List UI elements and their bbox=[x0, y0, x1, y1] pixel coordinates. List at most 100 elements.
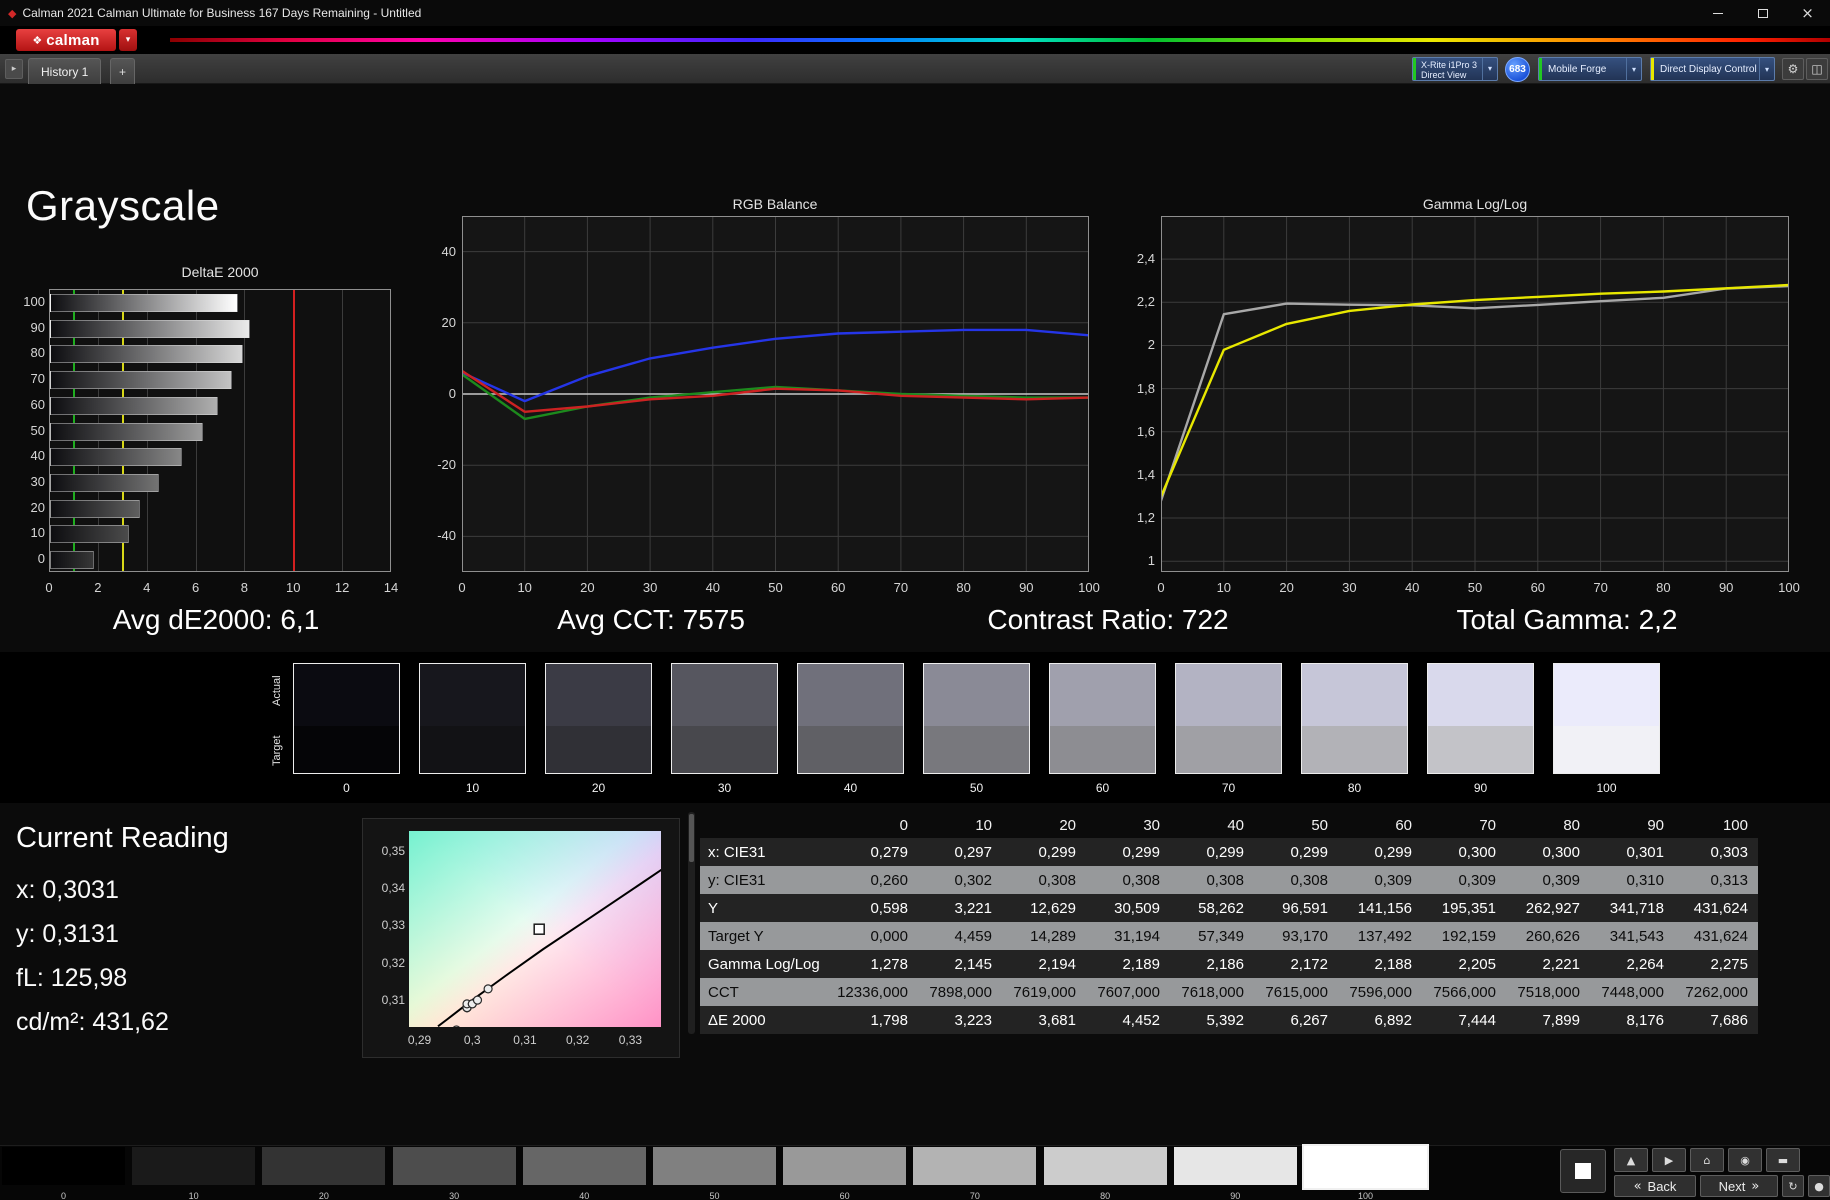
pattern-patch-50[interactable] bbox=[653, 1147, 776, 1185]
panel-toggle-button[interactable]: ▸ bbox=[5, 59, 23, 79]
swatch-level-label: 0 bbox=[343, 781, 350, 795]
table-cell: 0,309 bbox=[1542, 871, 1580, 889]
table-cell: 260,626 bbox=[1525, 927, 1580, 945]
x-axis-tick: 6 bbox=[191, 580, 200, 595]
swatch-20 bbox=[545, 663, 652, 774]
pattern-bar-button[interactable]: ▬ bbox=[1766, 1148, 1800, 1172]
swatch-level-label: 60 bbox=[1095, 781, 1110, 795]
next-button[interactable]: Next » bbox=[1700, 1175, 1778, 1197]
swatch-level-label: 100 bbox=[1596, 781, 1617, 795]
table-cell: 0,299 bbox=[1374, 843, 1412, 861]
pattern-window-button[interactable] bbox=[1560, 1149, 1606, 1193]
x-axis-tick: 30 bbox=[642, 580, 658, 595]
pattern-patch-10[interactable] bbox=[132, 1147, 256, 1185]
pattern-patch-70[interactable] bbox=[913, 1147, 1037, 1185]
pattern-level-label: 90 bbox=[1230, 1191, 1241, 1200]
calman-menu-arrow-button[interactable]: ▾ bbox=[119, 29, 137, 51]
pattern-patch-100[interactable] bbox=[1302, 1144, 1429, 1190]
layout-button[interactable]: ◫ bbox=[1806, 58, 1828, 80]
up-button[interactable]: ▲ bbox=[1614, 1148, 1648, 1172]
target-button[interactable]: ◉ bbox=[1728, 1148, 1762, 1172]
table-cell: 0,300 bbox=[1458, 843, 1496, 861]
table-row: CCT 12336,000 7898,000 7619,000 7607,000 7618… bbox=[700, 978, 1758, 1006]
pattern-patch-80[interactable] bbox=[1043, 1147, 1167, 1185]
settings-gear-button[interactable]: ⚙ bbox=[1782, 58, 1804, 80]
x-axis-tick: 0 bbox=[45, 580, 53, 595]
column-header: 0 bbox=[899, 816, 908, 834]
deltae-chart-title: DeltaE 2000 bbox=[181, 264, 259, 280]
scrollbar-thumb[interactable] bbox=[689, 814, 694, 862]
x-axis-tick: 0 bbox=[458, 580, 466, 595]
pattern-square-icon bbox=[1575, 1163, 1591, 1179]
table-cell: 0,598 bbox=[870, 899, 908, 917]
pattern-patch-40[interactable] bbox=[522, 1147, 646, 1185]
minimize-button[interactable] bbox=[1695, 0, 1740, 26]
refresh-button[interactable]: ↻ bbox=[1782, 1175, 1804, 1197]
table-row: Y 0,598 3,221 12,629 30,509 58,262 96,591 141,1… bbox=[700, 894, 1758, 922]
swatch-actual bbox=[546, 664, 651, 727]
table-cell: 0,309 bbox=[1458, 871, 1496, 889]
pattern-patch-30[interactable] bbox=[392, 1147, 516, 1185]
add-tab-button[interactable]: + bbox=[110, 58, 136, 84]
table-cell: 0,310 bbox=[1626, 871, 1664, 889]
x-axis-tick: 80 bbox=[1656, 580, 1671, 595]
column-header: 40 bbox=[1227, 816, 1244, 834]
back-button[interactable]: « Back bbox=[1614, 1175, 1696, 1197]
close-button[interactable]: × bbox=[1785, 0, 1830, 26]
maximize-button[interactable] bbox=[1740, 0, 1785, 26]
table-row: x: CIE31 0,279 0,297 0,299 0,299 0,299 0,299 0,… bbox=[700, 838, 1758, 866]
swatch-80 bbox=[1301, 663, 1408, 774]
record-button[interactable]: ● bbox=[1808, 1175, 1830, 1197]
source-dropdown[interactable]: Mobile Forge ▾ bbox=[1538, 57, 1642, 81]
table-cell: 14,289 bbox=[1030, 927, 1076, 945]
play-button[interactable]: ▶ bbox=[1652, 1148, 1686, 1172]
measurement-table: 0 10 20 30 40 50 60 70 80 90 100 x: CIE31 0,279 0,297… bbox=[700, 812, 1758, 1034]
y-axis-tick: 1,2 bbox=[1136, 510, 1155, 526]
display-dropdown[interactable]: Direct Display Control ▾ bbox=[1650, 57, 1775, 81]
table-cell: 0,302 bbox=[954, 871, 992, 889]
pattern-patch-90[interactable] bbox=[1173, 1147, 1297, 1185]
x-axis-tick: 30 bbox=[1342, 580, 1357, 595]
swatch-actual bbox=[924, 664, 1029, 727]
table-cell: 2,189 bbox=[1122, 955, 1160, 973]
swatch-target bbox=[1428, 726, 1533, 773]
pattern-patch-60[interactable] bbox=[783, 1147, 907, 1185]
swatch-target bbox=[1176, 726, 1281, 773]
table-cell: 6,892 bbox=[1374, 1011, 1412, 1029]
row-label: Gamma Log/Log bbox=[708, 955, 820, 973]
pattern-patch-0[interactable] bbox=[2, 1147, 125, 1185]
x-axis-tick: 10 bbox=[517, 580, 532, 595]
x-axis-tick: 70 bbox=[893, 580, 909, 595]
calman-logo-text: calman bbox=[46, 31, 100, 49]
patch-count-badge: 683 bbox=[1505, 57, 1530, 82]
x-axis-tick: 90 bbox=[1019, 580, 1034, 595]
swatch-90 bbox=[1427, 663, 1534, 774]
column-header: 50 bbox=[1311, 816, 1328, 834]
chevron-down-icon: ▾ bbox=[1626, 58, 1641, 80]
gamma-chart-title: Gamma Log/Log bbox=[1422, 196, 1528, 212]
window-title: Calman 2021 Calman Ultimate for Business… bbox=[22, 6, 422, 20]
swatch-target bbox=[294, 726, 399, 773]
x-axis-tick: 0,33 bbox=[618, 1033, 643, 1047]
current-reading-title: Current Reading bbox=[16, 822, 229, 854]
deltae-bar bbox=[50, 473, 159, 492]
table-cell: 0,000 bbox=[870, 927, 908, 945]
table-cell: 7,686 bbox=[1710, 1011, 1748, 1029]
table-cell: 6,267 bbox=[1290, 1011, 1328, 1029]
row-label: y: CIE31 bbox=[708, 871, 766, 889]
deltae-bar bbox=[50, 396, 219, 415]
x-axis-tick: 70 bbox=[1593, 580, 1608, 595]
table-cell: 2,275 bbox=[1710, 955, 1748, 973]
tab-label: History 1 bbox=[41, 64, 89, 79]
table-cell: 7566,000 bbox=[1433, 983, 1496, 1001]
y-axis-tick: 1 bbox=[1147, 553, 1155, 569]
x-axis-tick: 90 bbox=[1718, 580, 1734, 595]
calman-menu-button[interactable]: ❖ calman bbox=[16, 29, 116, 51]
meter-dropdown[interactable]: X-Rite i1Pro 3 Direct View ▾ bbox=[1412, 57, 1498, 81]
tab-history-1[interactable]: History 1 bbox=[28, 58, 102, 84]
x-axis-tick: 10 bbox=[286, 580, 301, 595]
home-button[interactable]: ⌂ bbox=[1690, 1148, 1724, 1172]
pattern-patch-20[interactable] bbox=[262, 1147, 386, 1185]
table-scrollbar[interactable] bbox=[688, 812, 695, 1034]
stat-avg-de2000: Avg dE2000: 6,1 bbox=[112, 604, 320, 635]
